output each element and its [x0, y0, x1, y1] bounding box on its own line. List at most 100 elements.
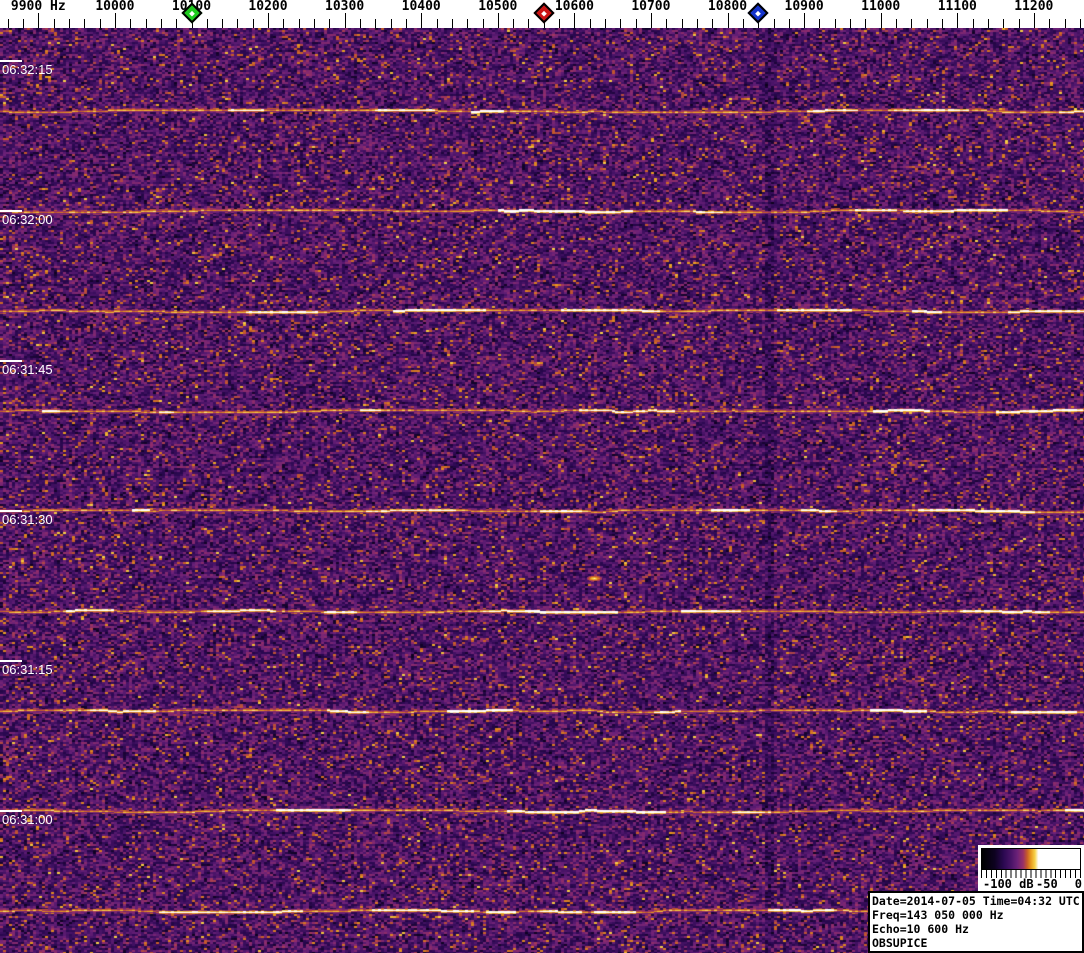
freq-tick-minor [834, 19, 836, 28]
freq-tick-minor [375, 19, 377, 28]
freq-tick-minor [130, 19, 132, 28]
freq-tick-minor [359, 19, 361, 28]
scale-label-mid: -50 [1036, 877, 1058, 891]
freq-tick-minor [160, 19, 162, 28]
freq-tick-label: 11200 [1014, 0, 1054, 14]
scale-label-min: -100 dB [983, 877, 1034, 891]
marker-center-dot [540, 10, 547, 16]
freq-tick-major [421, 13, 423, 28]
freq-tick-minor [252, 19, 254, 28]
freq-tick-minor [696, 19, 698, 28]
info-box: Date=2014-07-05 Time=04:32 UTC Freq=143 … [868, 891, 1084, 953]
freq-tick-major [727, 13, 729, 28]
time-label: 06:31:00 [2, 812, 53, 827]
freq-tick-minor [972, 19, 974, 28]
freq-tick-minor [635, 19, 637, 28]
freq-tick-minor [1049, 19, 1051, 28]
freq-tick-minor [314, 19, 315, 28]
time-label: 06:31:15 [2, 662, 53, 677]
frequency-axis: 9900 Hz100001010010200103001040010500106… [0, 0, 1084, 28]
freq-tick-label: 10400 [401, 0, 441, 14]
freq-tick-minor [987, 19, 989, 28]
freq-tick-label: 11100 [937, 0, 977, 14]
freq-tick-minor [865, 19, 867, 28]
freq-tick-label: 10700 [631, 0, 671, 14]
freq-tick-minor [1064, 19, 1066, 28]
marker-center-dot [755, 10, 762, 16]
color-scale-gradient-bar [981, 848, 1081, 870]
freq-tick-label: 10800 [707, 0, 748, 14]
freq-tick-minor [405, 19, 407, 28]
freq-tick-minor [329, 19, 331, 28]
freq-tick-minor [237, 19, 239, 28]
freq-tick-minor [99, 19, 101, 28]
scale-label-max: 0 [1074, 877, 1082, 891]
info-date-line: Date=2014-07-05 Time=04:32 UTC [872, 894, 1080, 908]
freq-tick-label: 11000 [861, 0, 901, 14]
time-label: 06:31:45 [2, 362, 53, 377]
blue-marker-diamond[interactable] [747, 2, 769, 24]
freq-tick-minor [773, 19, 775, 28]
freq-tick-label: 10000 [95, 0, 135, 14]
freq-tick-minor [53, 19, 55, 28]
freq-tick-minor [559, 19, 560, 28]
info-freq-line: Freq=143 050 000 Hz [872, 908, 1004, 922]
freq-tick-minor [84, 19, 86, 28]
waterfall-display: 9900 Hz100001010010200103001040010500106… [0, 0, 1084, 953]
freq-tick-label: 10600 [554, 0, 594, 14]
freq-tick-label: 9900 Hz [10, 0, 66, 14]
freq-tick-minor [482, 19, 484, 28]
freq-tick-minor [666, 19, 668, 28]
time-label: 06:31:30 [2, 512, 53, 527]
freq-tick-major [268, 13, 269, 28]
freq-tick-minor [589, 19, 591, 28]
freq-tick-major [650, 13, 652, 28]
freq-tick-label: 10300 [325, 0, 365, 14]
freq-tick-minor [942, 19, 943, 28]
freq-tick-minor [145, 19, 147, 28]
freq-tick-minor [742, 19, 744, 28]
freq-tick-major [880, 13, 882, 28]
freq-tick-minor [176, 19, 178, 28]
freq-tick-minor [283, 19, 285, 28]
freq-tick-minor [620, 19, 622, 28]
freq-tick-minor [926, 19, 928, 28]
freq-tick-minor [222, 19, 224, 28]
marker-center-dot [188, 10, 195, 16]
freq-tick-minor [850, 19, 852, 28]
freq-tick-minor [451, 19, 453, 28]
freq-tick-minor [467, 19, 469, 28]
freq-tick-minor [7, 19, 9, 28]
freq-tick-minor [681, 19, 683, 28]
freq-tick-major [114, 13, 116, 28]
freq-tick-major [497, 13, 499, 28]
time-label: 06:32:00 [2, 212, 53, 227]
time-label: 06:32:15 [2, 62, 53, 77]
info-echo-line: Echo=10 600 Hz [872, 922, 969, 936]
freq-tick-label: 10900 [784, 0, 824, 14]
freq-tick-minor [513, 19, 515, 28]
info-station-line: OBSUPICE [872, 936, 928, 950]
freq-tick-major [344, 13, 346, 28]
freq-tick-minor [788, 19, 790, 28]
freq-tick-minor [390, 19, 392, 28]
freq-tick-major [804, 13, 806, 28]
red-marker-diamond[interactable] [533, 2, 555, 24]
freq-tick-minor [605, 19, 606, 28]
freq-tick-minor [896, 19, 897, 28]
color-scale-legend: -100 dB -50 0 [978, 845, 1084, 893]
freq-tick-minor [206, 19, 208, 28]
freq-tick-minor [1003, 19, 1005, 28]
freq-tick-minor [436, 19, 438, 28]
freq-tick-minor [1079, 19, 1081, 28]
freq-tick-major [574, 13, 576, 28]
freq-tick-minor [68, 19, 70, 28]
freq-tick-major [38, 13, 40, 28]
freq-tick-major [1033, 13, 1035, 28]
freq-tick-minor [819, 19, 821, 28]
freq-tick-minor [712, 19, 714, 28]
freq-tick-label: 10500 [478, 0, 518, 14]
freq-tick-label: 10200 [248, 0, 288, 14]
freq-tick-major [957, 13, 959, 28]
freq-tick-minor [528, 19, 530, 28]
